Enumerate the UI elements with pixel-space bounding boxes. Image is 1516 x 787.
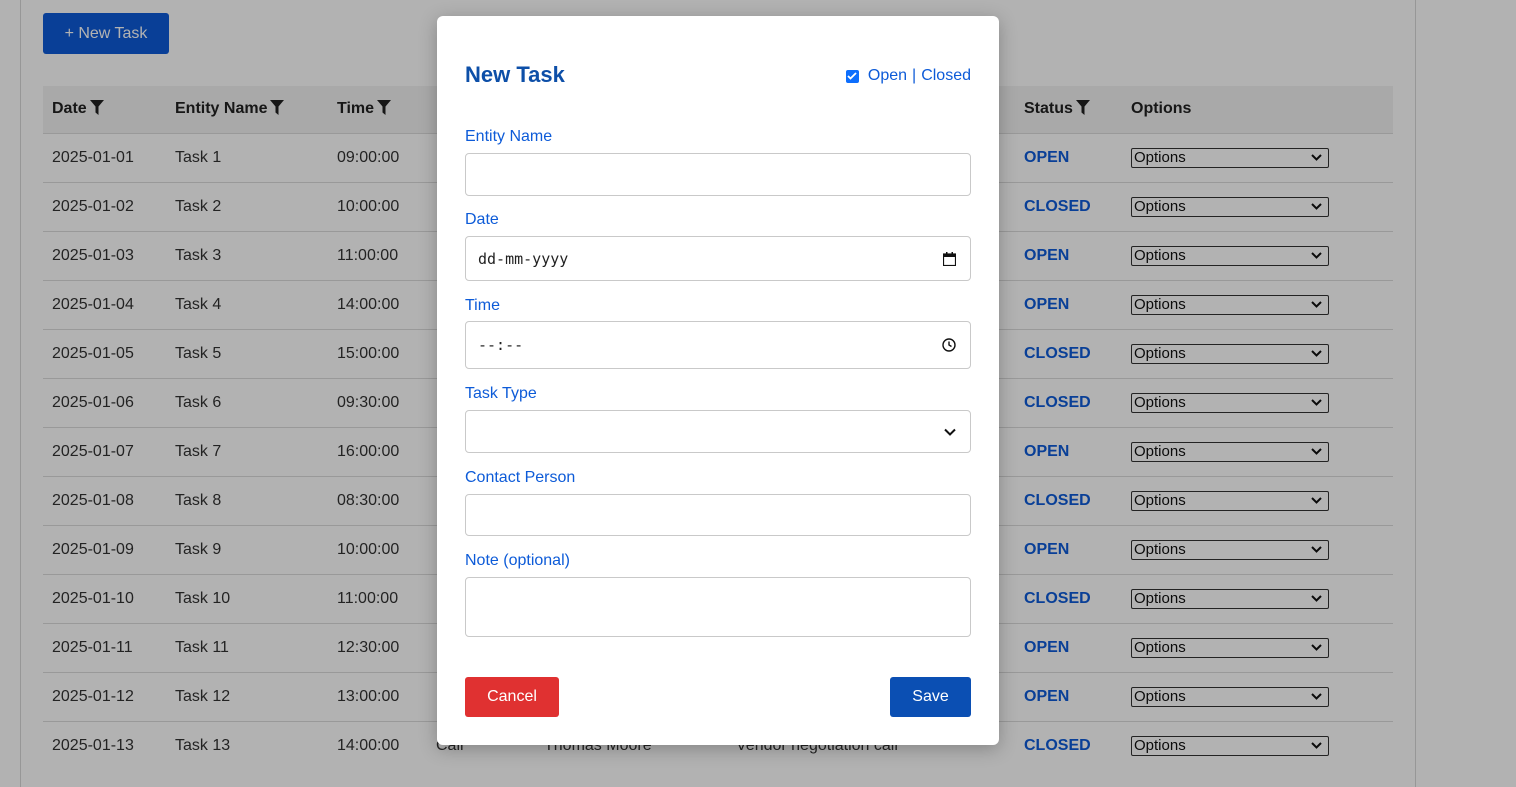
save-button[interactable]: Save [890,677,971,717]
date-label: Date [465,211,499,228]
status-open-label[interactable]: Open [868,67,907,85]
clock-icon[interactable] [942,338,956,352]
time-placeholder: --:-- [478,336,524,354]
status-toggle[interactable]: Open | Closed [845,67,971,85]
time-label: Time [465,297,500,314]
note-textarea[interactable] [465,577,971,637]
new-task-modal: New Task Open | Closed Entity Name Date … [437,16,999,745]
open-status-checkbox[interactable] [845,69,859,83]
contact-person-label: Contact Person [465,469,576,486]
task-type-label: Task Type [465,385,537,402]
chevron-down-icon [944,428,956,436]
status-separator: | [912,67,917,84]
cancel-button[interactable]: Cancel [465,677,559,717]
task-type-select[interactable] [465,410,971,453]
time-input[interactable]: --:-- [465,321,971,369]
note-label: Note (optional) [465,552,570,569]
entity-name-label: Entity Name [465,128,553,145]
contact-person-input[interactable] [465,494,971,536]
entity-name-input[interactable] [465,153,971,196]
date-input[interactable]: dd-mm-yyyy [465,236,971,281]
modal-title: New Task [465,62,565,87]
checkmark-icon [847,72,858,80]
status-closed-label[interactable]: Closed [921,67,971,85]
calendar-icon[interactable] [943,251,956,266]
date-placeholder: dd-mm-yyyy [478,249,569,268]
